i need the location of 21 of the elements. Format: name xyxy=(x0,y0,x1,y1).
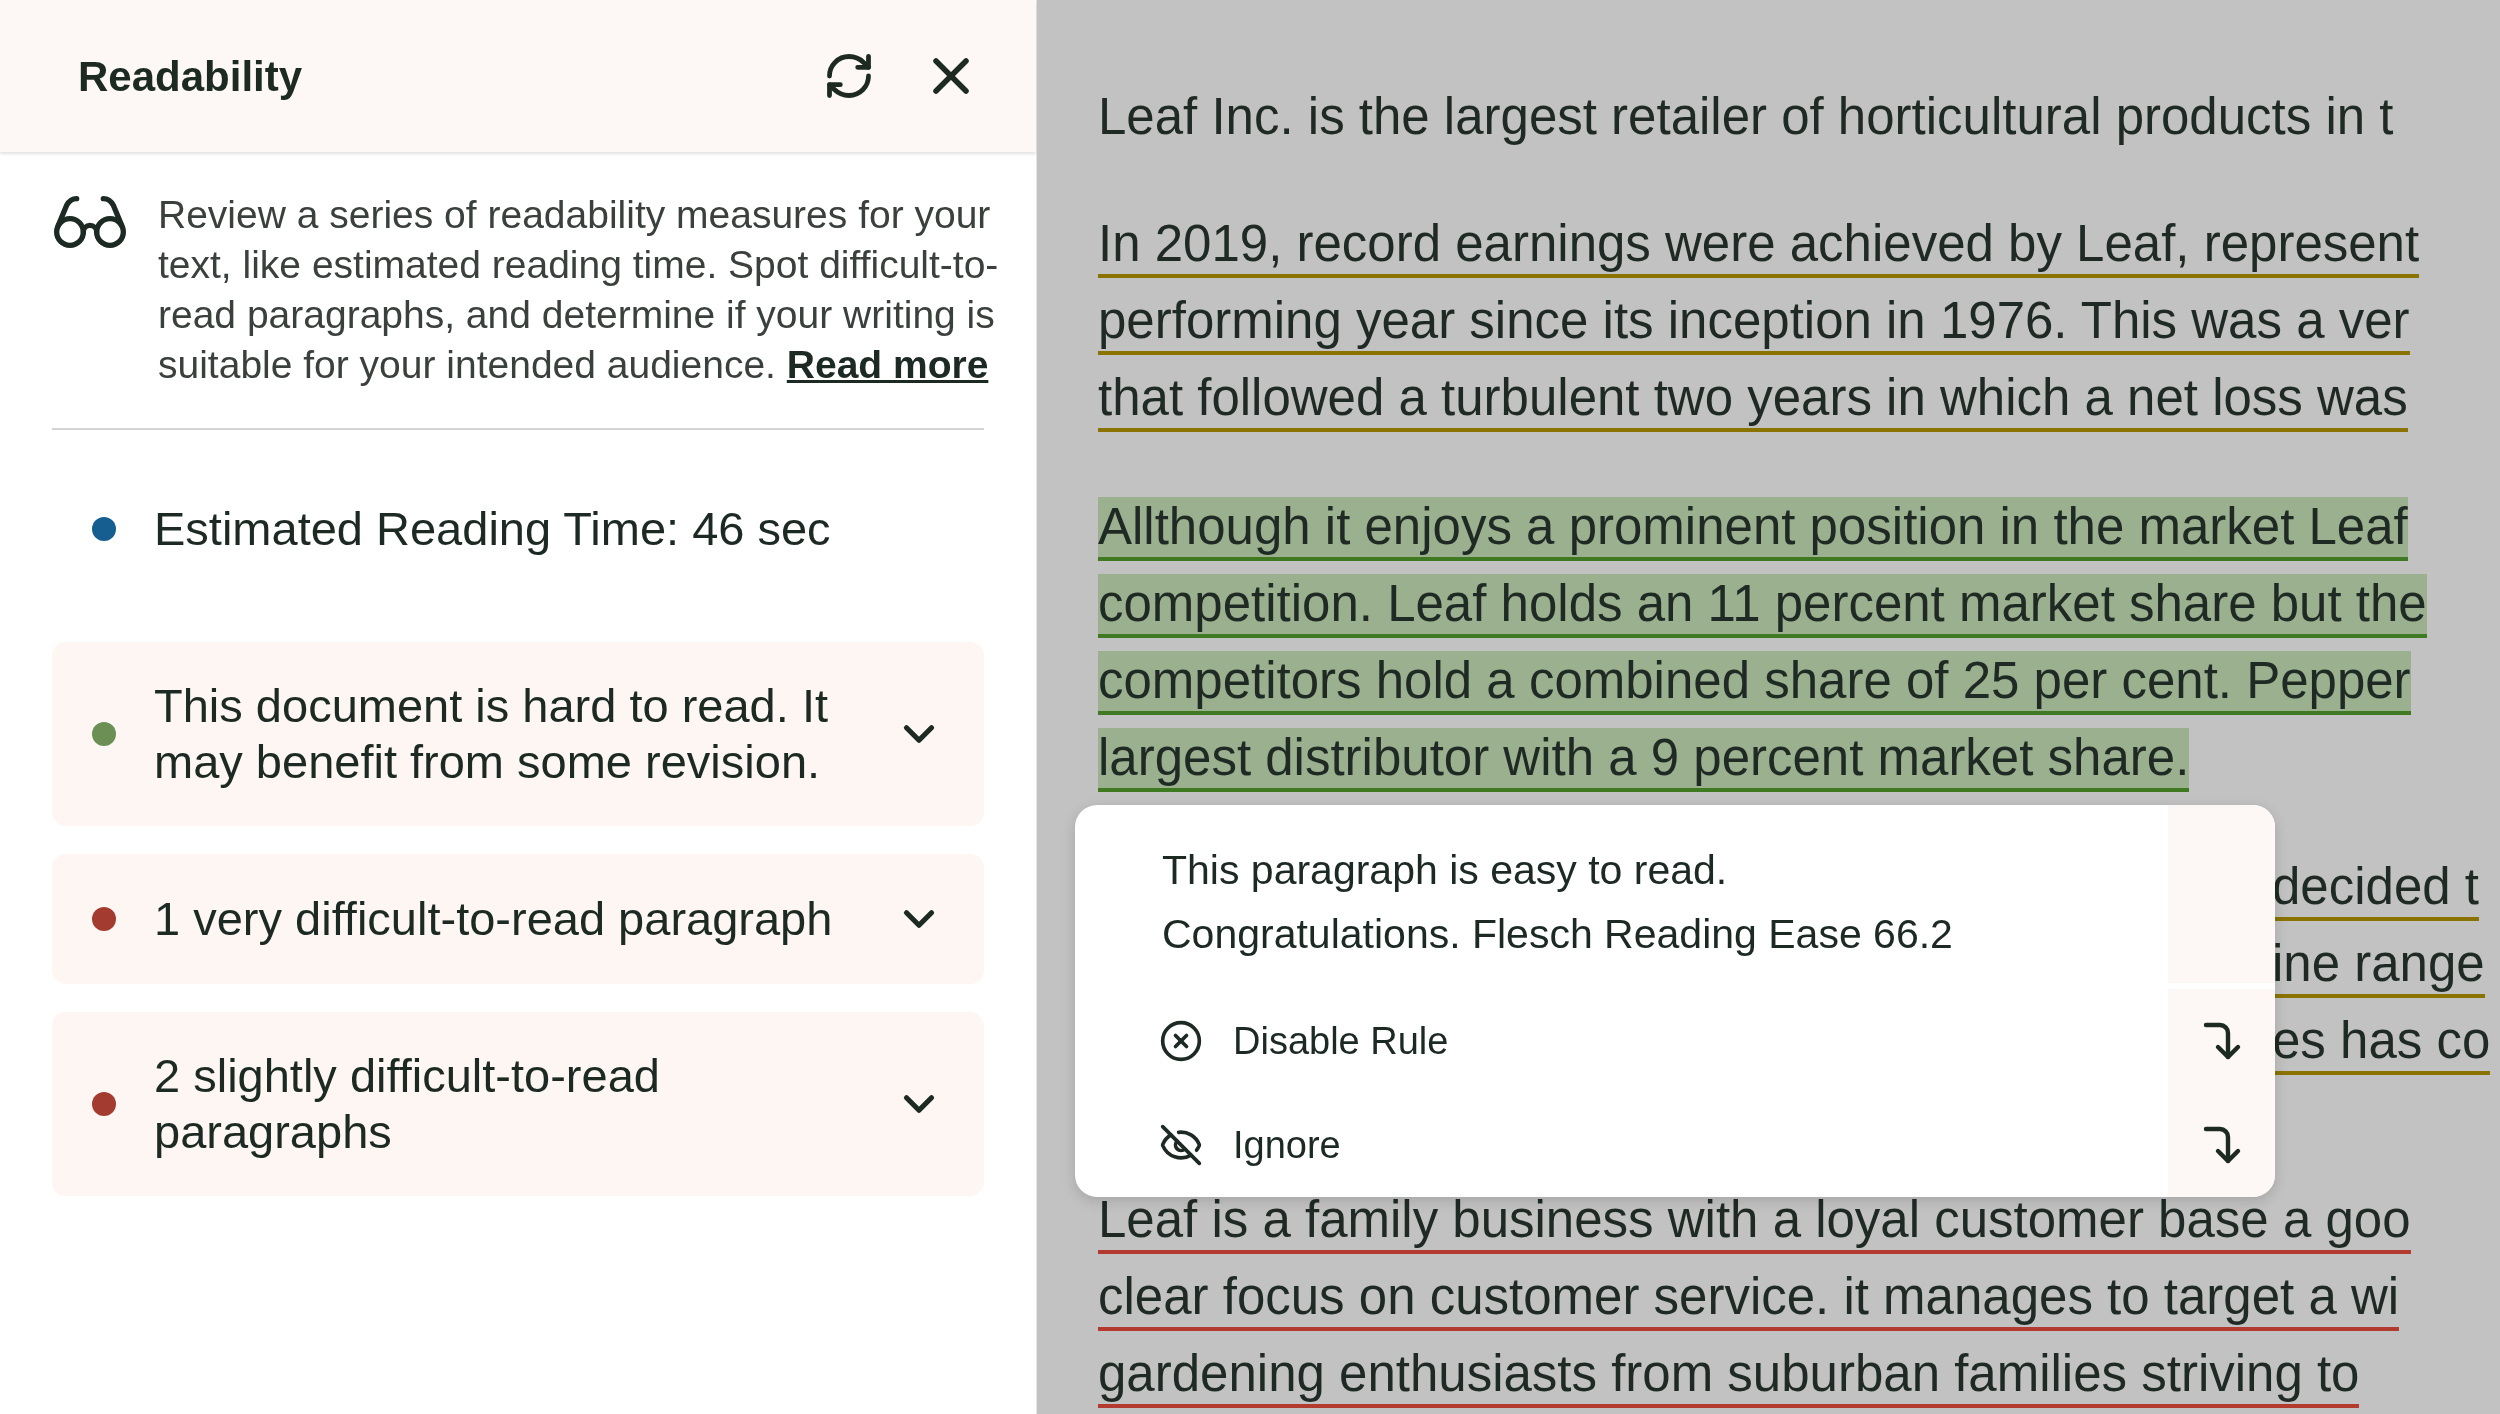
paragraph-line: gardening enthusiasts from suburban families striving to xyxy=(1098,1343,2360,1408)
panel-title: Readability xyxy=(78,51,304,102)
result-card[interactable]: 2 slightly difficult-to-read paragraphs xyxy=(52,1012,984,1196)
paragraph-line: clear focus on customer service. it manages to target a wi xyxy=(1098,1266,2400,1331)
eye-off-icon xyxy=(1159,1123,1203,1167)
paragraph-line: Leaf Inc. is the largest retailer of horticultural products in t xyxy=(1098,86,2394,147)
paragraph-line: In 2019, record earnings were achieved by Leaf, represent xyxy=(1098,213,2420,278)
result-text: 2 slightly difficult-to-read paragraphs xyxy=(154,1048,661,1160)
result-card[interactable]: 1 very difficult-to-read paragraph xyxy=(52,854,984,984)
popup-message: Congratulations. Flesch Reading Ease 66.2 xyxy=(1162,910,1954,959)
description-text: Review a series of readability measures for your text, like estimated reading time. Spot difficult-to-read paragraphs, and determine if your writing is suitable for your intended audience. Read more xyxy=(158,192,1000,388)
popup-action[interactable]: Disable Rule xyxy=(1075,989,2168,1093)
paragraph-line: performing year since its inception in 1976. This was a ver xyxy=(1098,290,2410,355)
popup-message: This paragraph is easy to read. xyxy=(1162,846,1729,895)
result-card[interactable]: This document is hard to read. It may benefit from some revision. xyxy=(52,642,984,826)
read-more-link[interactable]: Read more xyxy=(786,343,989,386)
circle-x-icon xyxy=(1159,1019,1203,1063)
result-text: 1 very difficult-to-read paragraph xyxy=(154,891,834,947)
paragraph-line: that followed a turbulent two years in which a net loss was xyxy=(1098,367,2408,432)
reading-time-text: Estimated Reading Time: 46 sec xyxy=(154,500,831,557)
result-text: This document is hard to read. It may benefit from some revision. xyxy=(154,678,829,790)
